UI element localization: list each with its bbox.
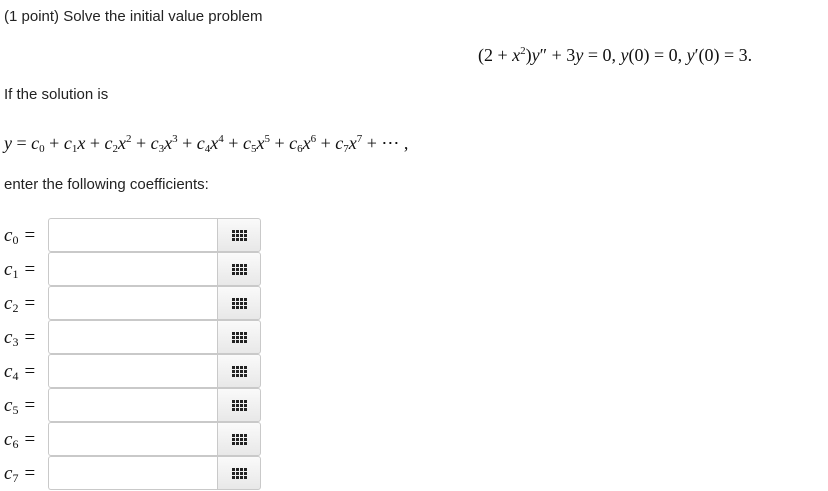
ivp-equation: (2 + x2)y″ + 3y = 0, y(0) = 0, y′(0) = 3… <box>478 45 753 65</box>
coefficient-row-c4: c4 = <box>0 354 270 388</box>
coefficient-row-c2: c2 = <box>0 286 270 320</box>
coefficient-label-c3: c3 = <box>4 327 36 349</box>
coefficient-row-c0: c0 = <box>0 218 270 252</box>
coefficient-row-c1: c1 = <box>0 252 270 286</box>
keypad-grid-icon <box>231 297 247 309</box>
keypad-button-c2[interactable] <box>217 286 261 320</box>
coefficient-label-c2: c2 = <box>4 293 36 315</box>
keypad-button-c4[interactable] <box>217 354 261 388</box>
keypad-button-c3[interactable] <box>217 320 261 354</box>
keypad-grid-icon <box>231 467 247 479</box>
keypad-grid-icon <box>231 399 247 411</box>
keypad-grid-icon <box>231 365 247 377</box>
keypad-button-c6[interactable] <box>217 422 261 456</box>
keypad-grid-icon <box>231 229 247 241</box>
keypad-grid-icon <box>231 263 247 275</box>
answer-input-c7[interactable] <box>48 456 217 490</box>
problem-header: (1 point) Solve the initial value proble… <box>4 8 263 25</box>
answer-input-c2[interactable] <box>48 286 217 320</box>
coefficient-label-c6: c6 = <box>4 429 36 451</box>
answer-input-c6[interactable] <box>48 422 217 456</box>
coefficient-label-c4: c4 = <box>4 361 36 383</box>
coefficient-label-c1: c1 = <box>4 259 36 281</box>
keypad-button-c1[interactable] <box>217 252 261 286</box>
coefficient-label-c5: c5 = <box>4 395 36 417</box>
solution-intro: If the solution is <box>4 86 109 103</box>
coefficient-row-c6: c6 = <box>0 422 270 456</box>
keypad-button-c5[interactable] <box>217 388 261 422</box>
keypad-grid-icon <box>231 433 247 445</box>
keypad-grid-icon <box>231 331 247 343</box>
coefficients-instruction: enter the following coefficients: <box>4 176 209 193</box>
series-solution: y = c0 + c1x + c2x2 + c3x3 + c4x4 + c5x5… <box>4 133 409 155</box>
coefficient-row-c3: c3 = <box>0 320 270 354</box>
keypad-button-c0[interactable] <box>217 218 261 252</box>
keypad-button-c7[interactable] <box>217 456 261 490</box>
answer-input-c4[interactable] <box>48 354 217 388</box>
coefficient-label-c0: c0 = <box>4 225 36 247</box>
answer-input-c0[interactable] <box>48 218 217 252</box>
coefficient-label-c7: c7 = <box>4 463 36 485</box>
answer-input-c1[interactable] <box>48 252 217 286</box>
answer-input-c3[interactable] <box>48 320 217 354</box>
coefficient-row-c5: c5 = <box>0 388 270 422</box>
answer-input-c5[interactable] <box>48 388 217 422</box>
coefficient-row-c7: c7 = <box>0 456 270 490</box>
